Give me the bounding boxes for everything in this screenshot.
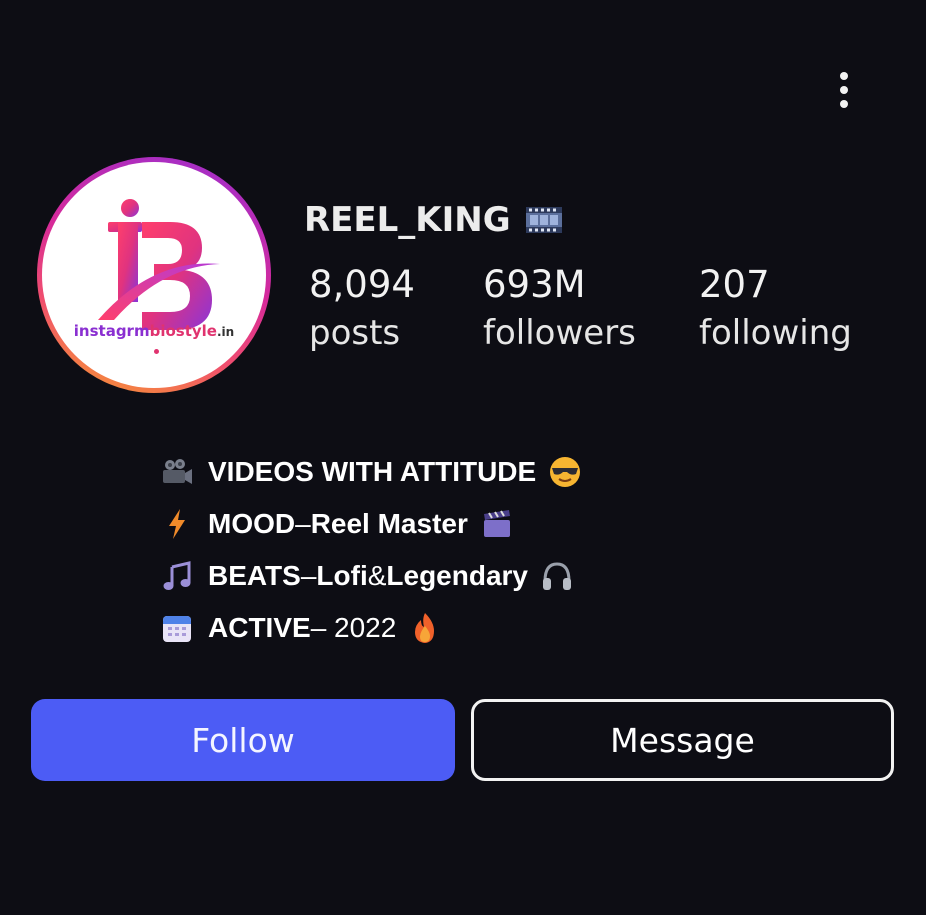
more-dot bbox=[840, 86, 848, 94]
posts-label: posts bbox=[309, 313, 401, 353]
bio-line: ACTIVE – 2022 bbox=[160, 602, 582, 654]
bio-line-text: ACTIVE bbox=[208, 612, 311, 643]
username-text: REEL_KING bbox=[304, 200, 511, 240]
lightning-icon bbox=[160, 507, 194, 541]
brand-text-part3: .in bbox=[216, 325, 235, 339]
message-button[interactable]: Message bbox=[471, 699, 894, 781]
headphones-icon bbox=[540, 559, 574, 593]
bio-line: VIDEOS WITH ATTITUDE bbox=[160, 446, 582, 498]
film-frames-icon bbox=[525, 207, 562, 233]
stat-following[interactable]: 207 following bbox=[699, 262, 852, 358]
bio-line-text: & bbox=[367, 560, 387, 591]
calendar-icon bbox=[160, 611, 194, 645]
stat-followers[interactable]: 693M followers bbox=[483, 262, 636, 358]
more-dot bbox=[840, 72, 848, 80]
bio-line-text: – bbox=[295, 508, 311, 539]
followers-label: followers bbox=[483, 313, 636, 353]
following-count: 207 bbox=[699, 263, 770, 306]
brand-logo-text: instagrmbiostyle.in bbox=[42, 322, 266, 340]
posts-count: 8,094 bbox=[309, 263, 415, 306]
following-label: following bbox=[699, 313, 852, 353]
followers-count: 693M bbox=[483, 263, 586, 306]
avatar[interactable]: instagrmbiostyle.in bbox=[37, 157, 271, 393]
music-notes-icon bbox=[160, 559, 194, 593]
bio-line-text: BEATS bbox=[208, 560, 301, 591]
bio-line-text: Lofi bbox=[316, 560, 368, 591]
bio-line-text: Reel Master bbox=[310, 508, 468, 539]
ib-logo-icon bbox=[98, 199, 220, 330]
more-dot bbox=[840, 100, 848, 108]
fire-icon bbox=[408, 611, 442, 645]
logo-dot bbox=[154, 349, 159, 354]
sunglasses-face-icon bbox=[548, 455, 582, 489]
follow-button-label: Follow bbox=[191, 720, 295, 760]
message-button-label: Message bbox=[610, 720, 755, 760]
bio-line-text: MOOD bbox=[208, 508, 296, 539]
brand-text-part1: instagrm bbox=[73, 322, 150, 340]
bio-line-text: Legendary bbox=[386, 560, 529, 591]
avatar-logo: instagrmbiostyle.in bbox=[42, 162, 266, 388]
movie-camera-icon bbox=[160, 455, 194, 489]
bio-line-text: – bbox=[300, 560, 317, 591]
follow-button[interactable]: Follow bbox=[31, 699, 455, 781]
clapper-board-icon bbox=[480, 507, 514, 541]
bio-line: BEATS – Lofi & Legendary bbox=[160, 550, 582, 602]
stat-posts[interactable]: 8,094 posts bbox=[309, 262, 415, 358]
brand-text-part2: biostyle bbox=[149, 322, 217, 340]
bio-line-text: – 2022 bbox=[310, 612, 397, 643]
bio-line: MOOD – Reel Master bbox=[160, 498, 582, 550]
profile-bio: VIDEOS WITH ATTITUDE MOOD – Reel Master bbox=[160, 446, 582, 654]
more-options-icon[interactable] bbox=[826, 66, 862, 114]
bio-line-text: VIDEOS WITH ATTITUDE bbox=[208, 456, 537, 487]
profile-username: REEL_KING bbox=[304, 200, 563, 240]
